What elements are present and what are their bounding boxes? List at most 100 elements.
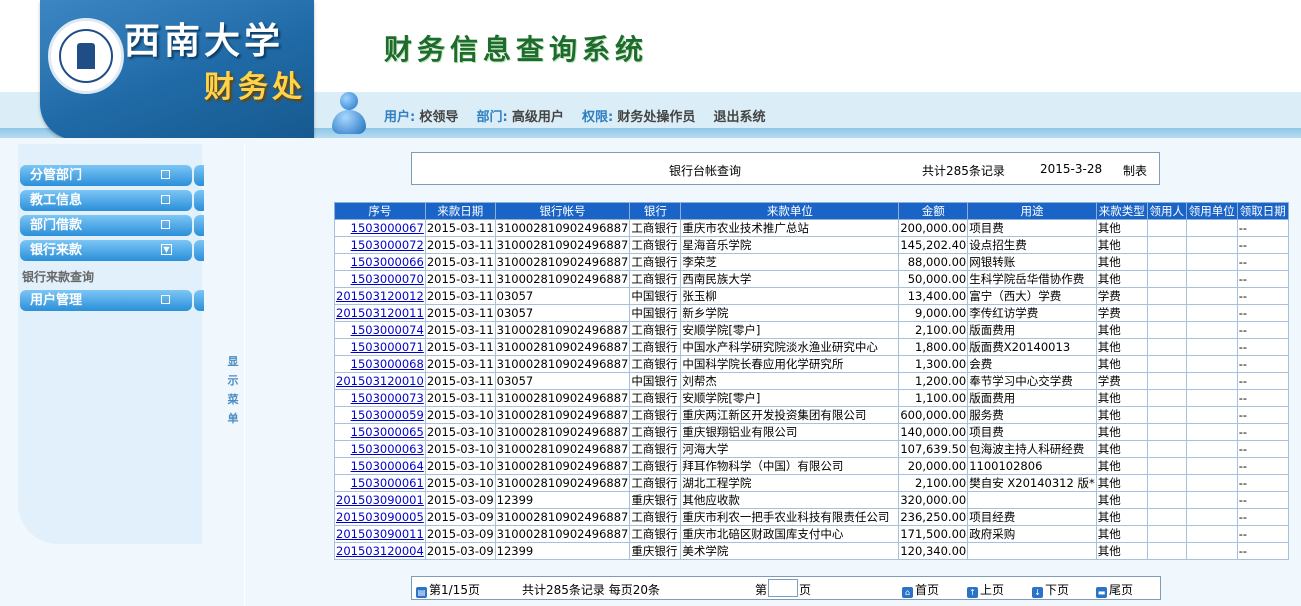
- record-id-link[interactable]: 1503000063: [334, 440, 426, 458]
- table-cell: [1185, 236, 1238, 254]
- table-cell: 310002810902496887: [494, 423, 631, 441]
- table-cell: [1185, 542, 1238, 560]
- logout-link[interactable]: 退出系统: [714, 110, 766, 125]
- table-cell: --: [1236, 508, 1289, 526]
- table-cell: 2015-03-11: [424, 321, 496, 339]
- table-cell: 2015-03-10: [424, 474, 496, 492]
- sidebar-item-bank-receipts[interactable]: 银行来款 ▼: [20, 240, 192, 261]
- university-seal-icon: [48, 18, 124, 94]
- table-cell: [1146, 406, 1187, 424]
- table-cell: [1185, 440, 1238, 458]
- next-page-button[interactable]: ↓ 下页: [1032, 581, 1069, 598]
- table-cell: [1146, 423, 1187, 441]
- table-cell: --: [1236, 287, 1289, 305]
- table-cell: 工商银行: [629, 253, 682, 271]
- table-cell: 重庆市农业技术推广总站: [680, 219, 900, 237]
- record-id-link[interactable]: 201503120012: [334, 287, 426, 305]
- table-cell: 工商银行: [629, 321, 682, 339]
- table-row: 1503000059 2015-03-10 310002810902496887 工商…: [334, 406, 1289, 424]
- arrow-down-icon: ↓: [1032, 587, 1043, 598]
- table-cell: 2015-03-10: [424, 406, 496, 424]
- table-cell: 2015-03-09: [424, 491, 496, 509]
- table-cell: 中国科学院长春应用化学研究所: [680, 355, 900, 373]
- table-cell: 171,500.00: [898, 525, 969, 543]
- record-id-link[interactable]: 201503120011: [334, 304, 426, 322]
- sidebar-item-users[interactable]: 用户管理: [20, 290, 192, 311]
- last-page-button[interactable]: ▬ 尾页: [1096, 581, 1133, 598]
- table-cell: --: [1236, 406, 1289, 424]
- table-cell: [1146, 372, 1187, 390]
- table-row: 1503000067 2015-03-11 310002810902496887 工商…: [334, 219, 1289, 237]
- system-title: 财务信息查询系统: [384, 33, 649, 66]
- table-cell: 张玉柳: [680, 287, 900, 305]
- table-cell: 中国银行: [629, 372, 682, 390]
- record-id-link[interactable]: 1503000070: [334, 270, 426, 288]
- table-cell: [1146, 236, 1187, 254]
- table-cell: 工商银行: [629, 406, 682, 424]
- sidebar-divider: [244, 144, 245, 606]
- record-id-link[interactable]: 1503000068: [334, 355, 426, 373]
- submenu-bank-receipt-query[interactable]: 银行来款查询: [22, 268, 94, 285]
- prev-page-button[interactable]: ↑ 上页: [967, 581, 1004, 598]
- table-cell: 310002810902496887: [494, 406, 631, 424]
- table-cell: 其他: [1095, 440, 1148, 458]
- table-cell: 湖北工程学院: [680, 474, 900, 492]
- table-row: 1503000072 2015-03-11 310002810902496887 工商…: [334, 236, 1289, 254]
- table-cell: 包海波主持人科研经费: [967, 440, 1097, 458]
- table-cell: [1185, 406, 1238, 424]
- table-cell: 西南民族大学: [680, 270, 900, 288]
- table-cell: 工商银行: [629, 440, 682, 458]
- column-header: 来款类型: [1095, 202, 1148, 220]
- table-cell: 版面费用: [967, 389, 1097, 407]
- table-cell: [1185, 338, 1238, 356]
- table-cell: 其他: [1095, 423, 1148, 441]
- record-id-link[interactable]: 1503000074: [334, 321, 426, 339]
- first-page-button[interactable]: ⌂ 首页: [902, 581, 939, 598]
- record-id-link[interactable]: 1503000064: [334, 457, 426, 475]
- table-cell: 会费: [967, 355, 1097, 373]
- record-id-link[interactable]: 1503000073: [334, 389, 426, 407]
- record-id-link[interactable]: 1503000065: [334, 423, 426, 441]
- table-row: 201503090001 2015-03-09 12399 重庆银行 其他应收款 320,…: [334, 491, 1289, 509]
- user-label: 用户:: [384, 110, 416, 125]
- record-id-link[interactable]: 1503000059: [334, 406, 426, 424]
- table-cell: [1185, 355, 1238, 373]
- table-cell: --: [1236, 355, 1289, 373]
- record-id-link[interactable]: 201503090011: [334, 525, 426, 543]
- record-id-link[interactable]: 1503000072: [334, 236, 426, 254]
- record-id-link[interactable]: 1503000066: [334, 253, 426, 271]
- record-id-link[interactable]: 1503000071: [334, 338, 426, 356]
- record-id-link[interactable]: 201503090001: [334, 491, 426, 509]
- table-cell: 其他: [1095, 474, 1148, 492]
- table-cell: [1185, 389, 1238, 407]
- column-header: 领用单位: [1185, 202, 1238, 220]
- sidebar-item-loans[interactable]: 部门借款: [20, 215, 192, 236]
- table-cell: 李荣芝: [680, 253, 900, 271]
- sidebar-item-division[interactable]: 分管部门: [20, 165, 192, 186]
- bank-ledger-table: 序号 来款日期 银行帐号 银行 来款单位 金额 用途 来款类型 领用人 领用单位 领取日期 1503…: [334, 202, 1289, 560]
- goto-page-input[interactable]: [768, 579, 798, 597]
- record-id-link[interactable]: 1503000067: [334, 219, 426, 237]
- table-cell: [1185, 457, 1238, 475]
- record-id-link[interactable]: 1503000061: [334, 474, 426, 492]
- table-row: 1503000063 2015-03-10 310002810902496887 工商…: [334, 440, 1289, 458]
- table-cell: [1185, 321, 1238, 339]
- sidebar-item-label: 银行来款: [30, 243, 83, 258]
- table-cell: 2015-03-11: [424, 389, 496, 407]
- table-cell: [1146, 525, 1187, 543]
- record-id-link[interactable]: 201503090005: [334, 508, 426, 526]
- table-cell: --: [1236, 525, 1289, 543]
- table-cell: 310002810902496887: [494, 270, 631, 288]
- table-cell: 星海音乐学院: [680, 236, 900, 254]
- sidebar-item-staff[interactable]: 教工信息: [20, 190, 192, 211]
- table-cell: 1,100.00: [898, 389, 969, 407]
- table-cell: 2015-03-10: [424, 440, 496, 458]
- record-id-link[interactable]: 201503120004: [334, 542, 426, 560]
- table-row: 1503000070 2015-03-11 310002810902496887 工商…: [334, 270, 1289, 288]
- table-cell: [1185, 270, 1238, 288]
- table-cell: [1185, 491, 1238, 509]
- show-menu-toggle[interactable]: 显示菜单: [226, 352, 240, 428]
- record-id-link[interactable]: 201503120010: [334, 372, 426, 390]
- table-cell: 9,000.00: [898, 304, 969, 322]
- table-cell: 生科学院岳华借协作费: [967, 270, 1097, 288]
